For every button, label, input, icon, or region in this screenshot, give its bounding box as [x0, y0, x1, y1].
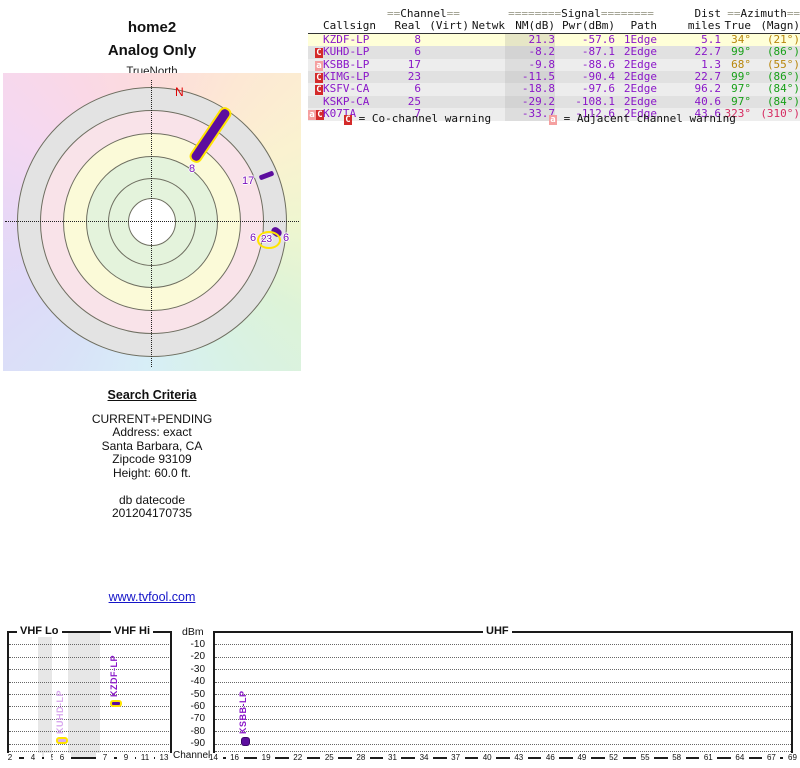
channel-axis-label: Channel — [173, 750, 211, 761]
gridline — [215, 644, 791, 646]
dbm-tick-label: -20 — [190, 651, 205, 663]
channel-tick-label: 28 — [351, 753, 370, 762]
channel-tick-label: 31 — [383, 753, 402, 762]
gridline — [9, 751, 169, 752]
dbm-tick-label: -50 — [190, 688, 205, 700]
channel-tick-label: 16 — [225, 753, 244, 762]
gridline — [215, 706, 791, 708]
gridline — [215, 669, 791, 671]
channel-tick-label: 55 — [636, 753, 655, 762]
spectrum-marker-label: KSBB-LP — [238, 690, 249, 735]
channel-tick-label: 40 — [478, 753, 497, 762]
dbm-tick-label: -30 — [190, 663, 205, 675]
gridline — [9, 681, 169, 683]
tvfool-report-page: { "polar": { "title": "home2", "subtitle… — [0, 0, 800, 768]
channel-tick-label: 67 — [762, 753, 781, 762]
spectrum-marker-label: KZDF-LP — [109, 654, 119, 697]
channel-tick-label: 25 — [320, 753, 339, 762]
gridline — [215, 718, 791, 720]
dbm-tick-label: -60 — [190, 700, 205, 712]
dbm-axis-label: dBm — [182, 626, 204, 638]
dbm-tick-label: -90 — [190, 738, 205, 750]
gridline — [215, 731, 791, 733]
channel-tick-label: 9 — [117, 753, 135, 762]
gridline — [215, 694, 791, 695]
vhf-lo-label: VHF Lo — [17, 625, 62, 637]
channel-tick-label: 52 — [604, 753, 623, 762]
channel-tick-label: 37 — [446, 753, 465, 762]
channel-tick-label: 49 — [572, 753, 591, 762]
gridline — [215, 751, 791, 752]
gridline — [9, 731, 169, 733]
vhf-hi-label: VHF Hi — [111, 625, 154, 637]
uhf-panel — [213, 631, 793, 759]
channel-tick-label: 19 — [257, 753, 276, 762]
channel-tick-label: 2 — [1, 753, 19, 762]
channel-tick-label: 22 — [288, 753, 307, 762]
channel-tick-label: 58 — [667, 753, 686, 762]
gridline — [9, 706, 169, 708]
channel-tick-label: 46 — [541, 753, 560, 762]
channel-tick-label: 4 — [24, 753, 42, 762]
spectrum-marker — [110, 699, 122, 707]
spectrum-marker — [56, 736, 68, 744]
channel-tick-label: 13 — [155, 753, 173, 762]
gridline — [9, 644, 169, 646]
channel-tick-label: 43 — [509, 753, 528, 762]
channel-tick-label: 64 — [730, 753, 749, 762]
gridline — [9, 669, 169, 671]
dbm-tick-label: -40 — [190, 676, 205, 688]
dbm-tick-label: -70 — [190, 713, 205, 725]
dbm-tick-label: -10 — [190, 638, 205, 650]
channel-tick-label: 61 — [699, 753, 718, 762]
channel-tick-label: 34 — [415, 753, 434, 762]
gridline — [215, 656, 791, 658]
gridline — [9, 718, 169, 720]
channel-tick-label: 7 — [96, 753, 114, 762]
gridline — [215, 681, 791, 683]
dbm-tick-label: -80 — [190, 725, 205, 737]
channel-tick-label: 69 — [783, 753, 800, 762]
gridline — [9, 694, 169, 695]
channel-tick-label: 6 — [53, 753, 71, 762]
spectrum-marker — [240, 737, 250, 747]
channel-tick-label: 11 — [136, 753, 154, 762]
gridline — [9, 743, 169, 745]
gridline — [215, 743, 791, 745]
uhf-label: UHF — [483, 625, 512, 637]
vhf-panel — [7, 631, 172, 759]
spectrum-chart: -10-20-30-40-50-60-70-80-902456791113141… — [0, 0, 800, 768]
gridline — [9, 656, 169, 658]
spectrum-marker-label: KUHD-LP — [55, 689, 65, 734]
